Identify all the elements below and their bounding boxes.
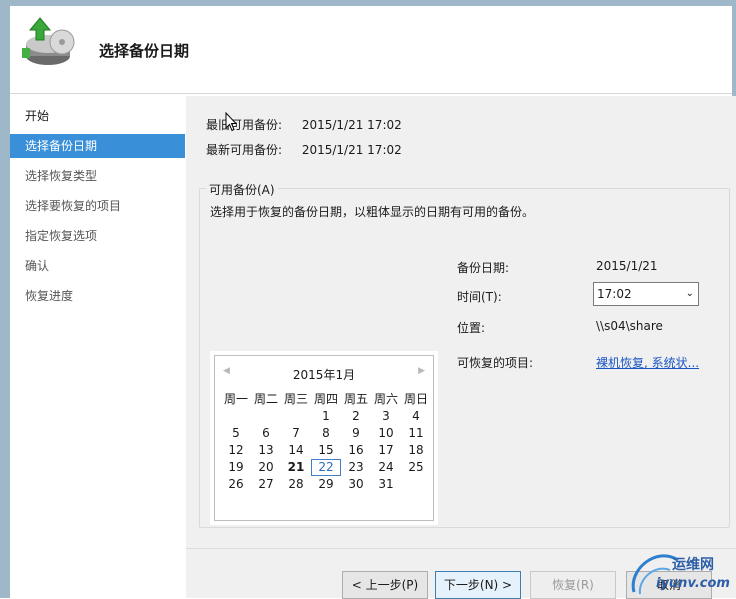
back-button[interactable]: < 上一步(P) (342, 571, 428, 599)
calendar-day[interactable]: 26 (221, 476, 251, 493)
calendar-day[interactable]: 6 (251, 425, 281, 442)
calendar-day[interactable]: 21 (281, 459, 311, 476)
calendar-day-grid: 1 2 3 4 5 6 7 8 9 10 11 12 13 14 15 16 17 18 19 20 21 22 23 24 2… (221, 408, 431, 493)
calendar-day[interactable]: 14 (281, 442, 311, 459)
time-select[interactable]: 17:02 ⌄ (593, 282, 699, 306)
site-watermark: 运维网 iyunv.com (626, 540, 732, 598)
backup-date-value: 2015/1/21 (596, 259, 658, 273)
calendar-blank-cell (221, 408, 251, 425)
backup-calendar[interactable]: ◀ 2015年1月 ▶ 周一 周二 周三 周四 周五 周六 周日 1 2 3 4 5 6 7 8 9 10 11… (214, 355, 434, 521)
mouse-pointer-icon (225, 112, 237, 132)
calendar-weekday: 周六 (373, 392, 398, 406)
calendar-weekday: 周二 (253, 392, 278, 406)
calendar-day[interactable]: 7 (281, 425, 311, 442)
calendar-day[interactable]: 9 (341, 425, 371, 442)
calendar-day[interactable]: 15 (311, 442, 341, 459)
calendar-month-label[interactable]: 2015年1月 (215, 366, 433, 384)
calendar-day[interactable]: 17 (371, 442, 401, 459)
recoverable-items-label: 可恢复的项目: (457, 356, 534, 370)
calendar-day[interactable]: 2 (341, 408, 371, 425)
calendar-day[interactable]: 8 (311, 425, 341, 442)
newest-backup-row: 最新可用备份: 2015/1/21 17:02 (206, 141, 402, 158)
calendar-day[interactable]: 10 (371, 425, 401, 442)
sidebar-item-progress[interactable]: 恢复进度 (10, 284, 185, 308)
recover-button[interactable]: 恢复(R) (530, 571, 616, 599)
oldest-backup-value: 2015/1/21 17:02 (301, 118, 402, 132)
calendar-day[interactable]: 31 (371, 476, 401, 493)
calendar-weekday: 周日 (403, 392, 428, 406)
page-title: 选择备份日期 (99, 42, 190, 60)
calendar-day[interactable]: 5 (221, 425, 251, 442)
wizard-content: 最旧可用备份: 2015/1/21 17:02 最新可用备份: 2015/1/2… (186, 96, 736, 548)
calendar-weekday: 周三 (283, 392, 308, 406)
chevron-right-icon[interactable]: ▶ (418, 366, 425, 376)
calendar-day[interactable]: 20 (251, 459, 281, 476)
sidebar-item-select-items[interactable]: 选择要恢复的项目 (10, 194, 185, 218)
time-select-value: 17:02 (597, 287, 632, 301)
window-left-edge (0, 0, 10, 598)
calendar-day[interactable]: 4 (401, 408, 431, 425)
calendar-day[interactable]: 3 (371, 408, 401, 425)
available-backups-description: 选择用于恢复的备份日期，以粗体显示的日期有可用的备份。 (210, 205, 535, 219)
calendar-blank-cell (251, 408, 281, 425)
calendar-day[interactable]: 19 (221, 459, 251, 476)
time-label: 时间(T): (457, 290, 502, 304)
wizard-window: 选择备份日期 开始 选择备份日期 选择恢复类型 选择要恢复的项目 指定恢复选项 … (0, 0, 736, 599)
location-value: \\s04\share (596, 319, 663, 333)
sidebar-item-select-backup-date[interactable]: 选择备份日期 (10, 134, 185, 158)
sidebar-item-recovery-options[interactable]: 指定恢复选项 (10, 224, 185, 248)
calendar-day[interactable]: 12 (221, 442, 251, 459)
calendar-weekday-row: 周一 周二 周三 周四 周五 周六 周日 (221, 390, 431, 406)
calendar-weekday: 周一 (223, 392, 248, 406)
next-button[interactable]: 下一步(N) > (435, 571, 521, 599)
recoverable-items-link[interactable]: 裸机恢复, 系统状... (596, 354, 699, 371)
calendar-day[interactable]: 13 (251, 442, 281, 459)
sidebar-item-confirm[interactable]: 确认 (10, 254, 185, 278)
newest-backup-label: 最新可用备份: (206, 143, 283, 157)
calendar-day[interactable]: 29 (311, 476, 341, 493)
calendar-day[interactable]: 23 (341, 459, 371, 476)
calendar-day[interactable]: 30 (341, 476, 371, 493)
wizard-header: 选择备份日期 (10, 6, 732, 94)
available-backups-group: 可用备份(A) 选择用于恢复的备份日期，以粗体显示的日期有可用的备份。 ◀ 20… (199, 181, 730, 528)
calendar-day[interactable]: 1 (311, 408, 341, 425)
sidebar-item-start[interactable]: 开始 (10, 104, 185, 128)
calendar-blank-cell (281, 408, 311, 425)
calendar-day[interactable]: 25 (401, 459, 431, 476)
calendar-day[interactable]: 22 (311, 459, 341, 476)
calendar-weekday: 周五 (343, 392, 368, 406)
calendar-day[interactable]: 16 (341, 442, 371, 459)
newest-backup-value: 2015/1/21 17:02 (301, 143, 402, 157)
backup-disk-icon (22, 17, 75, 65)
calendar-day[interactable]: 24 (371, 459, 401, 476)
calendar-day[interactable]: 18 (401, 442, 431, 459)
watermark-text-bottom: iyunv.com (656, 576, 730, 591)
available-backups-legend: 可用备份(A) (206, 181, 278, 198)
oldest-backup-label: 最旧可用备份: (206, 118, 283, 132)
location-label: 位置: (457, 321, 486, 335)
calendar-day[interactable]: 11 (401, 425, 431, 442)
calendar-day[interactable]: 28 (281, 476, 311, 493)
sidebar-item-select-recovery-type[interactable]: 选择恢复类型 (10, 164, 185, 188)
watermark-text-top: 运维网 (672, 557, 714, 573)
backup-date-label: 备份日期: (457, 261, 510, 275)
calendar-day[interactable]: 27 (251, 476, 281, 493)
wizard-sidebar: 开始 选择备份日期 选择恢复类型 选择要恢复的项目 指定恢复选项 确认 恢复进度 (10, 96, 185, 598)
chevron-down-icon: ⌄ (685, 288, 694, 299)
calendar-weekday: 周四 (313, 392, 338, 406)
